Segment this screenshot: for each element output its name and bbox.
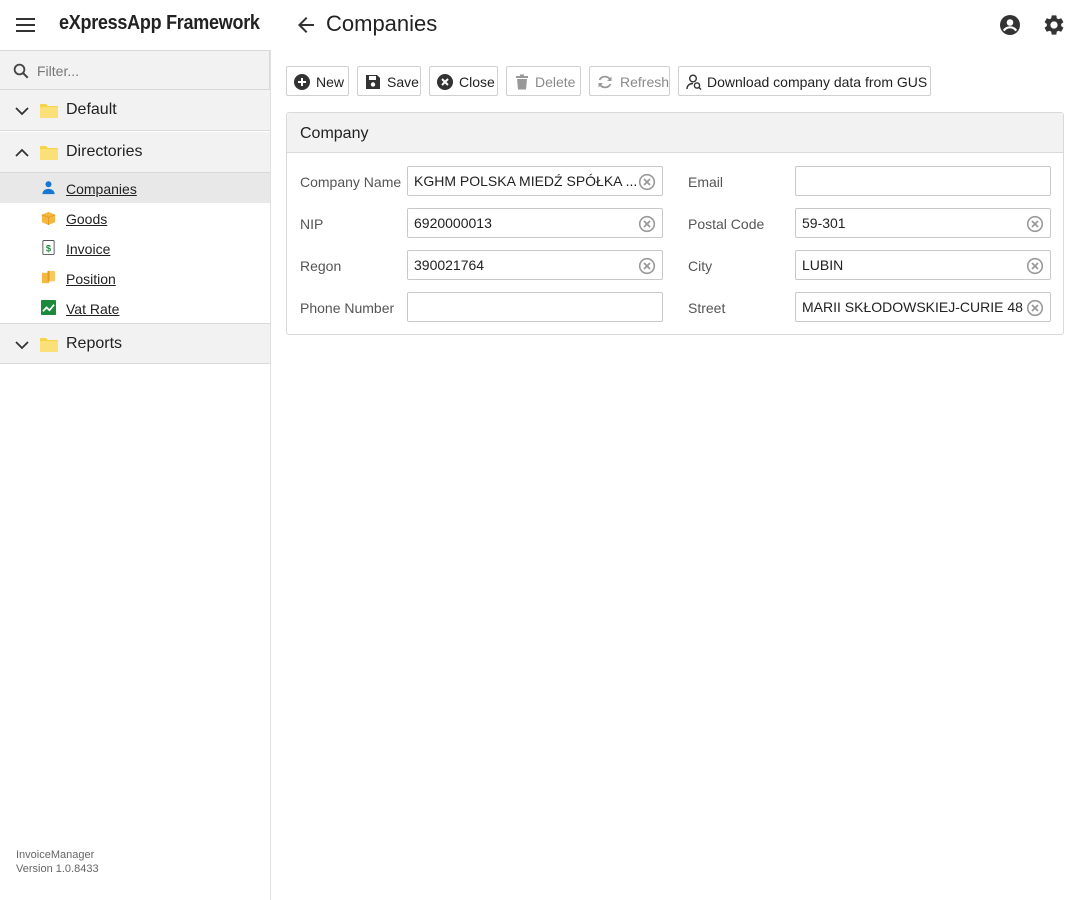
company-name-field[interactable]: KGHM POLSKA MIEDŹ SPÓŁKA ...: [407, 166, 663, 196]
refresh-button-label: Refresh: [620, 74, 670, 90]
nav-group-reports[interactable]: Reports: [0, 323, 270, 364]
clear-icon[interactable]: [638, 257, 656, 275]
city-value: LUBIN: [802, 257, 844, 273]
city-label: City: [688, 258, 713, 274]
nav-item-goods[interactable]: Goods: [0, 203, 270, 233]
search-icon: [13, 63, 29, 79]
refresh-icon: [598, 75, 612, 89]
email-field[interactable]: [795, 166, 1051, 196]
save-button-label: Save: [387, 74, 419, 90]
hamburger-menu-icon[interactable]: [16, 15, 36, 35]
folder-icon: [40, 104, 58, 118]
download-gus-button[interactable]: Download company data from GUS: [678, 66, 931, 96]
nav-item-position[interactable]: Position: [0, 263, 270, 293]
nav-item-label: Goods: [66, 211, 108, 227]
chart-icon: [41, 300, 56, 315]
download-gus-button-label: Download company data from GUS: [707, 74, 928, 90]
app-version: Version 1.0.8433: [16, 863, 99, 875]
nav-group-label: Directories: [66, 143, 143, 160]
nav-group-default[interactable]: Default: [0, 90, 270, 131]
nip-label: NIP: [300, 216, 324, 232]
svg-text:$: $: [46, 243, 52, 253]
nip-field[interactable]: 6920000013: [407, 208, 663, 238]
panel-title: Company: [300, 125, 369, 142]
nav-item-label: Companies: [66, 181, 137, 197]
phone-number-field[interactable]: [407, 292, 663, 322]
company-name-label: Company Name: [300, 174, 402, 190]
delete-button[interactable]: Delete: [506, 66, 581, 96]
close-circle-icon: [437, 74, 453, 90]
app-name: InvoiceManager: [16, 849, 95, 861]
street-label: Street: [688, 300, 726, 316]
folder-icon: [40, 338, 58, 352]
street-field[interactable]: MARII SKŁODOWSKIEJ-CURIE 48: [795, 292, 1051, 322]
nav-item-vat-rate[interactable]: Vat Rate: [0, 293, 270, 323]
city-field[interactable]: LUBIN: [795, 250, 1051, 280]
invoice-dollar-icon: $: [42, 240, 55, 255]
nav-item-label: Position: [66, 271, 116, 287]
nav-group-directories[interactable]: Directories: [0, 132, 270, 173]
nav-filter: [0, 50, 270, 90]
goods-box-icon: [41, 211, 56, 225]
close-button-label: Close: [459, 74, 495, 90]
close-button[interactable]: Close: [429, 66, 498, 96]
nav-item-label: Vat Rate: [66, 301, 120, 317]
company-name-value: KGHM POLSKA MIEDŹ SPÓŁKA ...: [414, 173, 636, 189]
user-search-icon: [686, 74, 702, 90]
nav-item-label: Invoice: [66, 241, 111, 257]
clear-icon[interactable]: [638, 215, 656, 233]
person-icon: [42, 181, 55, 195]
email-label: Email: [688, 174, 724, 190]
regon-value: 390021764: [414, 257, 485, 273]
new-button[interactable]: New: [286, 66, 349, 96]
panel-header: Company: [287, 113, 1063, 153]
clear-icon[interactable]: [1026, 299, 1044, 317]
clear-icon[interactable]: [638, 173, 656, 191]
app-version-footer: InvoiceManager Version 1.0.8433: [16, 848, 99, 876]
clear-icon[interactable]: [1026, 257, 1044, 275]
regon-field[interactable]: 390021764: [407, 250, 663, 280]
trash-icon: [516, 74, 528, 90]
save-disk-icon: [366, 75, 380, 89]
chevron-up-icon: [15, 148, 29, 157]
account-icon[interactable]: [998, 13, 1022, 37]
delete-button-label: Delete: [535, 74, 576, 90]
company-detail-panel: Company Company Name KGHM POLSKA MIEDŹ S…: [286, 112, 1064, 335]
postal-code-value: 59-301: [802, 215, 846, 231]
new-button-label: New: [316, 74, 345, 90]
street-value: MARII SKŁODOWSKIEJ-CURIE 48: [802, 299, 1023, 315]
chevron-down-icon: [15, 341, 29, 350]
refresh-button[interactable]: Refresh: [589, 66, 670, 96]
position-box-icon: [41, 270, 56, 284]
regon-label: Regon: [300, 258, 342, 274]
folder-icon: [40, 146, 58, 160]
settings-gear-icon[interactable]: [1042, 13, 1066, 37]
nav-filter-input[interactable]: [37, 60, 257, 82]
nav-item-invoice[interactable]: $ Invoice: [0, 233, 270, 263]
clear-icon[interactable]: [1026, 215, 1044, 233]
nav-group-label: Reports: [66, 335, 123, 352]
chevron-down-icon: [15, 107, 29, 116]
page-title: Companies: [326, 11, 438, 36]
save-button[interactable]: Save: [357, 66, 421, 96]
nav-item-companies[interactable]: Companies: [0, 173, 270, 203]
nip-value: 6920000013: [414, 215, 492, 231]
navigation-sidebar: Default Directories Companies Goods $ In…: [0, 50, 271, 900]
plus-circle-icon: [294, 74, 310, 90]
phone-number-label: Phone Number: [300, 300, 395, 316]
postal-code-label: Postal Code: [688, 216, 765, 232]
back-arrow-icon[interactable]: [294, 13, 318, 37]
app-title: eXpressApp Framework: [59, 12, 260, 34]
nav-group-label: Default: [66, 101, 117, 118]
postal-code-field[interactable]: 59-301: [795, 208, 1051, 238]
top-header: eXpressApp Framework Companies: [0, 0, 1080, 50]
